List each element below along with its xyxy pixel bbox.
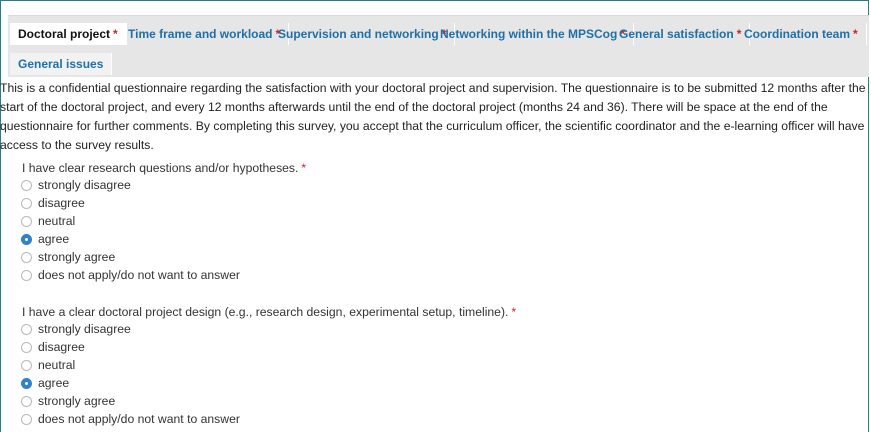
question-research-questions: I have clear research questions and/or h… [22, 161, 306, 175]
radio-option-label: strongly disagree [38, 178, 131, 192]
radio-option-strongly-agree[interactable]: strongly agree [21, 392, 115, 410]
radio-option-strongly-disagree[interactable]: strongly disagree [21, 176, 131, 194]
radio-button[interactable] [21, 395, 32, 407]
radio-option-label: disagree [38, 196, 85, 210]
tab-label: General satisfaction [619, 27, 734, 41]
tab-label: Networking within the MPSCog [440, 27, 618, 41]
radio-button[interactable] [21, 269, 32, 281]
tab-coordination-team[interactable]: Coordination team * [736, 23, 867, 45]
radio-option-does-not-apply-do-not-want-to-answer[interactable]: does not apply/do not want to answer [21, 410, 240, 428]
tab-label: Coordination team [744, 27, 851, 41]
radio-option-label: agree [38, 232, 70, 246]
radio-option-disagree[interactable]: disagree [21, 194, 85, 212]
radio-option-neutral[interactable]: neutral [21, 356, 75, 374]
question-project-design: I have a clear doctoral project design (… [22, 305, 516, 319]
tab-bar: Doctoral project * Time frame and workloa… [8, 15, 869, 77]
tab-label: Time frame and workload [128, 27, 273, 41]
radio-button[interactable] [21, 197, 32, 209]
radio-button-checked[interactable] [21, 377, 32, 389]
tab-label: Doctoral project [18, 27, 111, 41]
radio-option-strongly-disagree[interactable]: strongly disagree [21, 320, 131, 338]
radio-option-label: strongly disagree [38, 322, 131, 336]
tab-label: Supervision and networking [278, 27, 439, 41]
radio-option-does-not-apply-do-not-want-to-answer[interactable]: does not apply/do not want to answer [21, 266, 240, 284]
question-text: I have a clear doctoral project design (… [22, 305, 509, 319]
tab-label: General issues [18, 57, 104, 71]
radio-option-label: does not apply/do not want to answer [38, 268, 240, 282]
radio-option-label: strongly agree [38, 394, 116, 408]
tab-doctoral-project[interactable]: Doctoral project * [10, 23, 127, 45]
radio-button[interactable] [21, 323, 32, 335]
radio-option-label: does not apply/do not want to answer [38, 412, 240, 426]
radio-button-checked[interactable] [21, 233, 32, 245]
intro-text: This is a confidential questionnaire reg… [0, 81, 866, 152]
radio-option-label: neutral [38, 358, 76, 372]
radio-option-label: agree [38, 376, 70, 390]
radio-button[interactable] [21, 251, 32, 263]
required-marker: * [511, 305, 517, 319]
tab-time-frame-and-workload[interactable]: Time frame and workload * [120, 23, 290, 45]
required-marker: * [301, 161, 307, 175]
radio-option-label: strongly agree [38, 250, 116, 264]
tab-general-issues[interactable]: General issues [10, 53, 113, 75]
radio-button[interactable] [21, 341, 32, 353]
question-text: I have clear research questions and/or h… [22, 161, 299, 175]
radio-option-label: disagree [38, 340, 85, 354]
radio-button[interactable] [21, 215, 32, 227]
radio-option-label: neutral [38, 214, 76, 228]
radio-option-neutral[interactable]: neutral [21, 212, 75, 230]
required-marker: * [113, 27, 118, 41]
radio-option-agree[interactable]: agree [21, 230, 69, 248]
tab-general-satisfaction[interactable]: General satisfaction * [611, 23, 751, 45]
radio-option-disagree[interactable]: disagree [21, 338, 85, 356]
radio-option-agree[interactable]: agree [21, 374, 69, 392]
tab-supervision-and-networking[interactable]: Supervision and networking * [270, 23, 456, 45]
radio-button[interactable] [21, 359, 32, 371]
tab-networking-within-mpscog[interactable]: Networking within the MPSCog * [432, 23, 634, 45]
required-marker: * [853, 27, 858, 41]
radio-button[interactable] [21, 179, 32, 191]
radio-button[interactable] [21, 413, 32, 425]
radio-option-strongly-agree[interactable]: strongly agree [21, 248, 115, 266]
